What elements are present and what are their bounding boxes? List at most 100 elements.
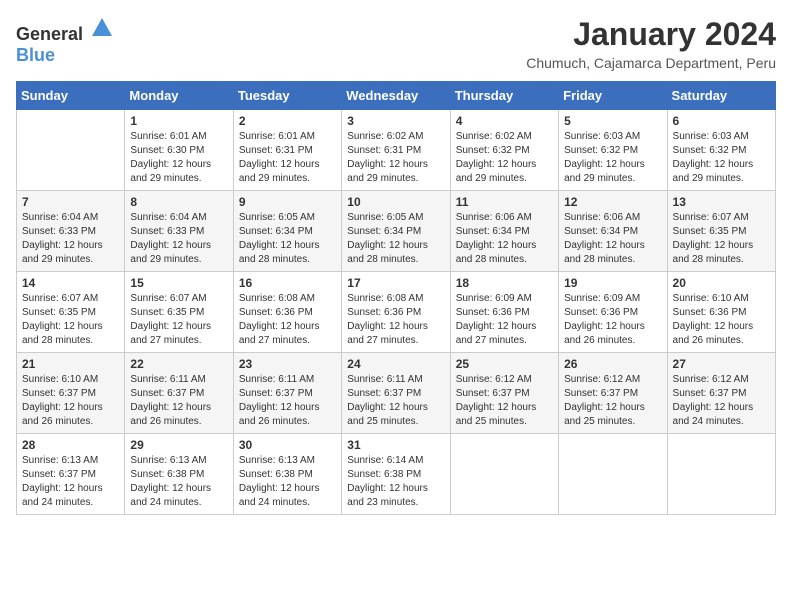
day-number: 29 xyxy=(130,438,227,452)
calendar-cell: 18 Sunrise: 6:09 AMSunset: 6:36 PMDayligh… xyxy=(450,272,558,353)
day-number: 12 xyxy=(564,195,661,209)
day-number: 3 xyxy=(347,114,444,128)
calendar-cell: 14Sunrise: 6:07 AMSunset: 6:35 PMDayligh… xyxy=(17,272,125,353)
day-number: 13 xyxy=(673,195,770,209)
calendar-cell: 23 Sunrise: 6:11 AMSunset: 6:37 PMDayligh… xyxy=(233,353,341,434)
calendar-cell: 8 Sunrise: 6:04 AMSunset: 6:33 PMDaylight… xyxy=(125,191,233,272)
calendar-cell: 27 Sunrise: 6:12 AMSunset: 6:37 PMDayligh… xyxy=(667,353,775,434)
day-number: 15 xyxy=(130,276,227,290)
calendar-cell: 5Sunrise: 6:03 AMSunset: 6:32 PMDaylight… xyxy=(559,110,667,191)
day-number: 30 xyxy=(239,438,336,452)
calendar-cell: 10 Sunrise: 6:05 AMSunset: 6:34 PMDayligh… xyxy=(342,191,450,272)
calendar-cell: 1 Sunrise: 6:01 AMSunset: 6:30 PMDaylight… xyxy=(125,110,233,191)
logo: General Blue xyxy=(16,16,114,66)
day-info: Sunrise: 6:12 AMSunset: 6:37 PMDaylight:… xyxy=(564,373,661,429)
calendar-cell xyxy=(667,434,775,515)
day-number: 1 xyxy=(130,114,227,128)
calendar-cell: 3Sunrise: 6:02 AMSunset: 6:31 PMDaylight… xyxy=(342,110,450,191)
day-number: 9 xyxy=(239,195,336,209)
column-header-saturday: Saturday xyxy=(667,82,775,110)
day-info: Sunrise: 6:03 AMSunset: 6:32 PMDaylight:… xyxy=(673,130,770,186)
day-info: Sunrise: 6:09 AMSunset: 6:36 PMDaylight:… xyxy=(456,292,553,348)
calendar-week-1: 1 Sunrise: 6:01 AMSunset: 6:30 PMDaylight… xyxy=(17,110,776,191)
calendar-cell: 2 Sunrise: 6:01 AMSunset: 6:31 PMDaylight… xyxy=(233,110,341,191)
calendar-cell: 13Sunrise: 6:07 AMSunset: 6:35 PMDayligh… xyxy=(667,191,775,272)
calendar-cell: 4 Sunrise: 6:02 AMSunset: 6:32 PMDaylight… xyxy=(450,110,558,191)
calendar-cell: 15Sunrise: 6:07 AMSunset: 6:35 PMDayligh… xyxy=(125,272,233,353)
day-info: Sunrise: 6:13 AMSunset: 6:37 PMDaylight:… xyxy=(22,454,119,510)
day-info: Sunrise: 6:13 AMSunset: 6:38 PMDaylight:… xyxy=(130,454,227,510)
calendar-cell: 19Sunrise: 6:09 AMSunset: 6:36 PMDayligh… xyxy=(559,272,667,353)
logo-text: General Blue xyxy=(16,16,114,66)
day-info: Sunrise: 6:02 AMSunset: 6:32 PMDaylight:… xyxy=(456,130,553,186)
day-info: Sunrise: 6:14 AMSunset: 6:38 PMDaylight:… xyxy=(347,454,444,510)
calendar-cell: 25 Sunrise: 6:12 AMSunset: 6:37 PMDayligh… xyxy=(450,353,558,434)
day-number: 19 xyxy=(564,276,661,290)
day-number: 25 xyxy=(456,357,553,371)
day-number: 23 xyxy=(239,357,336,371)
day-info: Sunrise: 6:01 AMSunset: 6:31 PMDaylight:… xyxy=(239,130,336,186)
day-info: Sunrise: 6:03 AMSunset: 6:32 PMDaylight:… xyxy=(564,130,661,186)
calendar-cell: 31 Sunrise: 6:14 AMSunset: 6:38 PMDayligh… xyxy=(342,434,450,515)
day-number: 27 xyxy=(673,357,770,371)
page-header: General Blue January 2024 Chumuch, Cajam… xyxy=(16,16,776,71)
column-header-monday: Monday xyxy=(125,82,233,110)
day-number: 6 xyxy=(673,114,770,128)
calendar-cell: 21Sunrise: 6:10 AMSunset: 6:37 PMDayligh… xyxy=(17,353,125,434)
day-number: 7 xyxy=(22,195,119,209)
column-header-thursday: Thursday xyxy=(450,82,558,110)
day-number: 4 xyxy=(456,114,553,128)
calendar-week-4: 21Sunrise: 6:10 AMSunset: 6:37 PMDayligh… xyxy=(17,353,776,434)
day-info: Sunrise: 6:07 AMSunset: 6:35 PMDaylight:… xyxy=(22,292,119,348)
calendar-cell: 17 Sunrise: 6:08 AMSunset: 6:36 PMDayligh… xyxy=(342,272,450,353)
calendar-table: SundayMondayTuesdayWednesdayThursdayFrid… xyxy=(16,81,776,515)
day-number: 17 xyxy=(347,276,444,290)
day-number: 8 xyxy=(130,195,227,209)
day-number: 18 xyxy=(456,276,553,290)
day-info: Sunrise: 6:04 AMSunset: 6:33 PMDaylight:… xyxy=(22,211,119,267)
calendar-cell: 22 Sunrise: 6:11 AMSunset: 6:37 PMDayligh… xyxy=(125,353,233,434)
calendar-cell: 29 Sunrise: 6:13 AMSunset: 6:38 PMDayligh… xyxy=(125,434,233,515)
column-header-wednesday: Wednesday xyxy=(342,82,450,110)
day-info: Sunrise: 6:11 AMSunset: 6:37 PMDaylight:… xyxy=(239,373,336,429)
calendar-cell: 30 Sunrise: 6:13 AMSunset: 6:38 PMDayligh… xyxy=(233,434,341,515)
day-info: Sunrise: 6:04 AMSunset: 6:33 PMDaylight:… xyxy=(130,211,227,267)
day-info: Sunrise: 6:12 AMSunset: 6:37 PMDaylight:… xyxy=(456,373,553,429)
calendar-cell: 24 Sunrise: 6:11 AMSunset: 6:37 PMDayligh… xyxy=(342,353,450,434)
calendar-cell: 16Sunrise: 6:08 AMSunset: 6:36 PMDayligh… xyxy=(233,272,341,353)
calendar-cell: 28 Sunrise: 6:13 AMSunset: 6:37 PMDayligh… xyxy=(17,434,125,515)
column-header-tuesday: Tuesday xyxy=(233,82,341,110)
calendar-cell: 12Sunrise: 6:06 AMSunset: 6:34 PMDayligh… xyxy=(559,191,667,272)
day-number: 11 xyxy=(456,195,553,209)
calendar-cell: 7 Sunrise: 6:04 AMSunset: 6:33 PMDaylight… xyxy=(17,191,125,272)
day-info: Sunrise: 6:13 AMSunset: 6:38 PMDaylight:… xyxy=(239,454,336,510)
day-number: 31 xyxy=(347,438,444,452)
day-info: Sunrise: 6:05 AMSunset: 6:34 PMDaylight:… xyxy=(239,211,336,267)
day-info: Sunrise: 6:10 AMSunset: 6:37 PMDaylight:… xyxy=(22,373,119,429)
day-number: 28 xyxy=(22,438,119,452)
calendar-cell: 11 Sunrise: 6:06 AMSunset: 6:34 PMDayligh… xyxy=(450,191,558,272)
day-info: Sunrise: 6:12 AMSunset: 6:37 PMDaylight:… xyxy=(673,373,770,429)
calendar-cell: 26 Sunrise: 6:12 AMSunset: 6:37 PMDayligh… xyxy=(559,353,667,434)
calendar-week-2: 7 Sunrise: 6:04 AMSunset: 6:33 PMDaylight… xyxy=(17,191,776,272)
calendar-cell xyxy=(450,434,558,515)
day-number: 10 xyxy=(347,195,444,209)
day-info: Sunrise: 6:06 AMSunset: 6:34 PMDaylight:… xyxy=(456,211,553,267)
day-info: Sunrise: 6:08 AMSunset: 6:36 PMDaylight:… xyxy=(347,292,444,348)
day-info: Sunrise: 6:01 AMSunset: 6:30 PMDaylight:… xyxy=(130,130,227,186)
day-info: Sunrise: 6:11 AMSunset: 6:37 PMDaylight:… xyxy=(347,373,444,429)
day-number: 24 xyxy=(347,357,444,371)
day-info: Sunrise: 6:05 AMSunset: 6:34 PMDaylight:… xyxy=(347,211,444,267)
day-number: 26 xyxy=(564,357,661,371)
day-info: Sunrise: 6:11 AMSunset: 6:37 PMDaylight:… xyxy=(130,373,227,429)
title-block: January 2024 Chumuch, Cajamarca Departme… xyxy=(526,16,776,71)
calendar-cell: 6 Sunrise: 6:03 AMSunset: 6:32 PMDaylight… xyxy=(667,110,775,191)
calendar-week-5: 28 Sunrise: 6:13 AMSunset: 6:37 PMDayligh… xyxy=(17,434,776,515)
calendar-header-row: SundayMondayTuesdayWednesdayThursdayFrid… xyxy=(17,82,776,110)
logo-blue: Blue xyxy=(16,45,55,65)
column-header-friday: Friday xyxy=(559,82,667,110)
day-number: 22 xyxy=(130,357,227,371)
logo-general: General xyxy=(16,24,83,44)
calendar-cell xyxy=(559,434,667,515)
day-number: 2 xyxy=(239,114,336,128)
